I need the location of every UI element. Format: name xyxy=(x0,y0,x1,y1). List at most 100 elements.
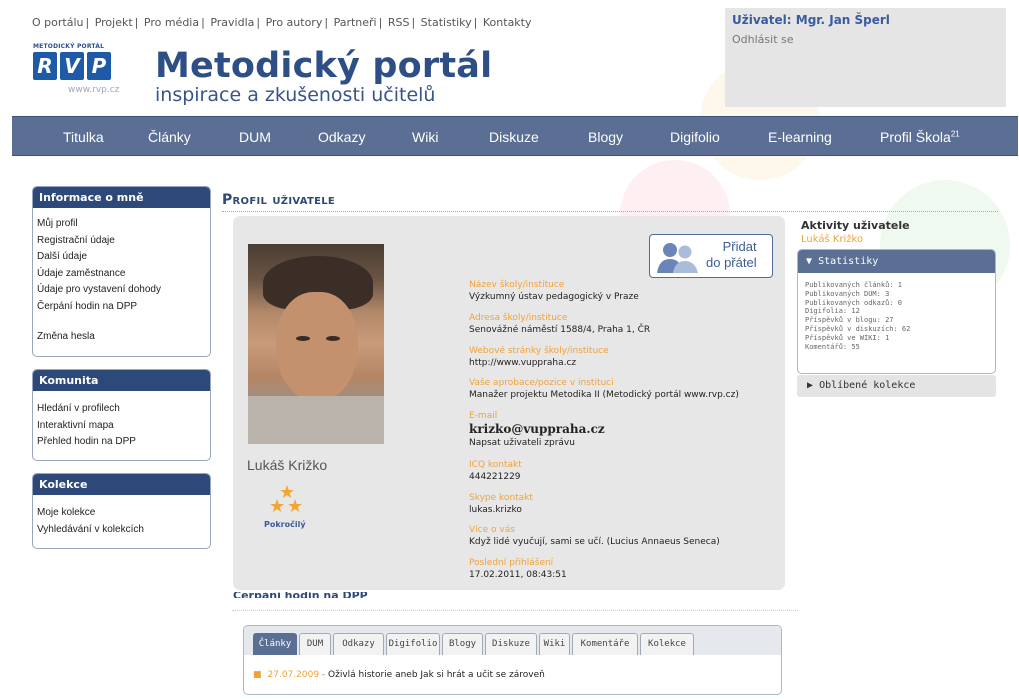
photo-shirt xyxy=(248,396,384,444)
badge-label: Pokročilý xyxy=(264,520,306,529)
sidebar-item-muj-profil[interactable]: Můj profil xyxy=(37,216,206,233)
top-link[interactable]: Projekt xyxy=(95,16,133,29)
website-link[interactable]: http://www.vuppraha.cz xyxy=(469,357,609,370)
nav-item-digifolio[interactable]: Digifolio xyxy=(670,129,720,145)
sidebar-item-mapa[interactable]: Interaktivní mapa xyxy=(37,418,206,435)
stat-item: Publikovaných DUM: 3 xyxy=(805,289,890,298)
nav-item-profil-skola[interactable]: Profil Škola21 xyxy=(880,129,960,145)
tab-wiki[interactable]: Wiki xyxy=(539,633,570,655)
caret-right-icon: ▶ xyxy=(807,380,814,391)
nav-item-titulka[interactable]: Titulka xyxy=(63,129,104,145)
top-link[interactable]: Partneři xyxy=(334,16,377,29)
section-divider xyxy=(232,610,798,611)
activity-user-name[interactable]: Lukáš Križko xyxy=(801,234,863,245)
favorite-collections-toggle[interactable]: ▶ Oblíbené kolekce xyxy=(797,375,996,397)
rvp-logo[interactable]: R V P xyxy=(33,52,111,80)
top-link[interactable]: O portálu xyxy=(32,16,83,29)
stat-item: Příspěvků v diskuzích: 62 xyxy=(805,324,911,333)
top-link[interactable]: Pro autory xyxy=(266,16,323,29)
field-label: Název školy/instituce xyxy=(469,280,565,290)
stats-header[interactable]: ▼ Statistiky xyxy=(798,250,995,273)
top-link[interactable]: Kontakty xyxy=(483,16,532,29)
nav-item-wiki[interactable]: Wiki xyxy=(412,129,438,145)
nav-item-diskuze[interactable]: Diskuze xyxy=(489,129,539,145)
users-icon xyxy=(657,243,698,273)
site-title[interactable]: Metodický portál xyxy=(155,46,492,86)
photo-eye xyxy=(296,336,310,341)
level-badge: ★ ★ ★ Pokročilý xyxy=(262,484,314,532)
activity-tabs: Články DUM Odkazy Digifolio Blogy Diskuz… xyxy=(243,625,782,695)
tab-kolekce[interactable]: Kolekce xyxy=(640,633,694,655)
fav-label: Oblíbené kolekce xyxy=(819,380,916,391)
logout-link[interactable]: Odhlásit se xyxy=(732,33,794,46)
field-label: Webové stránky školy/instituce xyxy=(469,346,609,356)
user-box: Uživatel: Mgr. Jan Šperl Odhlásit se xyxy=(725,8,1006,107)
photo-face xyxy=(276,292,358,402)
sidebar-item-prehled-hodin[interactable]: Přehled hodin na DPP xyxy=(37,434,206,451)
tab-clanky[interactable]: Články xyxy=(253,633,297,655)
email-link[interactable]: krizko@vuppraha.cz xyxy=(469,422,605,437)
item-separator: - xyxy=(319,670,329,680)
logo-url: www.rvp.cz xyxy=(68,85,120,95)
sidebar-item-zmena-hesla[interactable]: Změna hesla xyxy=(37,329,206,346)
top-link[interactable]: RSS xyxy=(388,16,410,29)
item-title[interactable]: Oživlá historie aneb Jak si hrát a učit … xyxy=(328,670,545,680)
tab-diskuze[interactable]: Diskuze xyxy=(485,633,537,655)
field-value: Senovážné náměstí 1588/4, Praha 1, ČR xyxy=(469,325,651,335)
top-link[interactable]: Pro média xyxy=(144,16,199,29)
stats-title: Statistiky xyxy=(818,256,879,267)
field-value: 444221229 xyxy=(469,472,521,482)
sidebar-item-udaje-dohody[interactable]: Údaje pro vystavení dohody xyxy=(37,282,206,299)
activity-title: Aktivity uživatele xyxy=(801,219,910,232)
field-about: Více o vás Když lidé vyučují, sami se uč… xyxy=(469,524,720,549)
star-icon: ★ xyxy=(269,496,286,517)
nav-item-dum[interactable]: DUM xyxy=(239,129,271,145)
tab-blogy[interactable]: Blogy xyxy=(442,633,483,655)
field-website: Webové stránky školy/instituce http://ww… xyxy=(469,345,609,370)
tab-komentare[interactable]: Komentáře xyxy=(572,633,638,655)
add-friend-line: do přátel xyxy=(706,255,757,270)
sidebar-community-title: Komunita xyxy=(33,370,210,391)
user-line: Uživatel: Mgr. Jan Šperl xyxy=(732,13,890,27)
nav-sup: 21 xyxy=(950,129,960,139)
stats-list: Publikovaných článků: 1 Publikovaných DU… xyxy=(798,273,995,359)
title-divider xyxy=(222,211,998,212)
top-link[interactable]: Statistiky xyxy=(421,16,472,29)
field-label: ICQ kontakt xyxy=(469,460,522,470)
nav-item-blogy[interactable]: Blogy xyxy=(588,129,623,145)
field-value: lukas.krizko xyxy=(469,505,522,515)
field-last-login: Poslední přihlášení 17.02.2011, 08:43:51 xyxy=(469,557,567,582)
sidebar-item-dalsi-udaje[interactable]: Další údaje xyxy=(37,249,206,266)
sidebar-item-vyhledavani-kolekci[interactable]: Vyhledávání v kolekcích xyxy=(37,522,206,539)
nav-item-elearning[interactable]: E-learning xyxy=(768,129,832,145)
tab-dum[interactable]: DUM xyxy=(299,633,331,655)
field-value: Výzkumný ústav pedagogický v Praze xyxy=(469,292,639,302)
nav-item-clanky[interactable]: Články xyxy=(148,129,191,145)
sidebar-item-hledani[interactable]: Hledání v profilech xyxy=(37,401,206,418)
top-link[interactable]: Pravidla xyxy=(210,16,254,29)
user-name[interactable]: Mgr. Jan Šperl xyxy=(796,13,890,27)
tab-odkazy[interactable]: Odkazy xyxy=(333,633,384,655)
field-label: Vaše aprobace/pozice v instituci xyxy=(469,378,614,388)
sidebar-info: Informace o mně Můj profil Registrační ú… xyxy=(32,186,211,357)
page: O portálu | Projekt | Pro média | Pravidla |… xyxy=(0,0,1019,700)
sidebar-collections-title: Kolekce xyxy=(33,474,210,495)
tabs-bar: Články DUM Odkazy Digifolio Blogy Diskuz… xyxy=(244,626,781,655)
send-message-link[interactable]: Napsat uživateli zprávu xyxy=(469,437,605,450)
sidebar-item-cerpani-hodin[interactable]: Čerpání hodin na DPP xyxy=(37,299,206,316)
field-position: Vaše aprobace/pozice v instituci Manažer… xyxy=(469,377,739,402)
nav-item-odkazy[interactable]: Odkazy xyxy=(318,129,365,145)
sidebar-item-udaje-zamestnance[interactable]: Údaje zaměstnance xyxy=(37,266,206,283)
stats-box: ▼ Statistiky Publikovaných článků: 1 Pub… xyxy=(797,249,996,374)
star-icon: ★ xyxy=(287,496,304,517)
field-label: Poslední přihlášení xyxy=(469,558,554,568)
site-slogan: inspirace a zkušenosti učitelů xyxy=(155,84,436,106)
sidebar-item-registracni-udaje[interactable]: Registrační údaje xyxy=(37,233,206,250)
caret-down-icon: ▼ xyxy=(806,256,813,267)
list-item: ■ 27.07.2009 - Oživlá historie aneb Jak s… xyxy=(253,670,545,680)
tab-digifolio[interactable]: Digifolio xyxy=(386,633,440,655)
stat-item: Příspěvků v blogu: 27 xyxy=(805,316,894,325)
field-label: E-mail xyxy=(469,411,498,421)
sidebar-item-moje-kolekce[interactable]: Moje kolekce xyxy=(37,505,206,522)
add-friend-button[interactable]: Přidat do přátel xyxy=(649,234,773,278)
